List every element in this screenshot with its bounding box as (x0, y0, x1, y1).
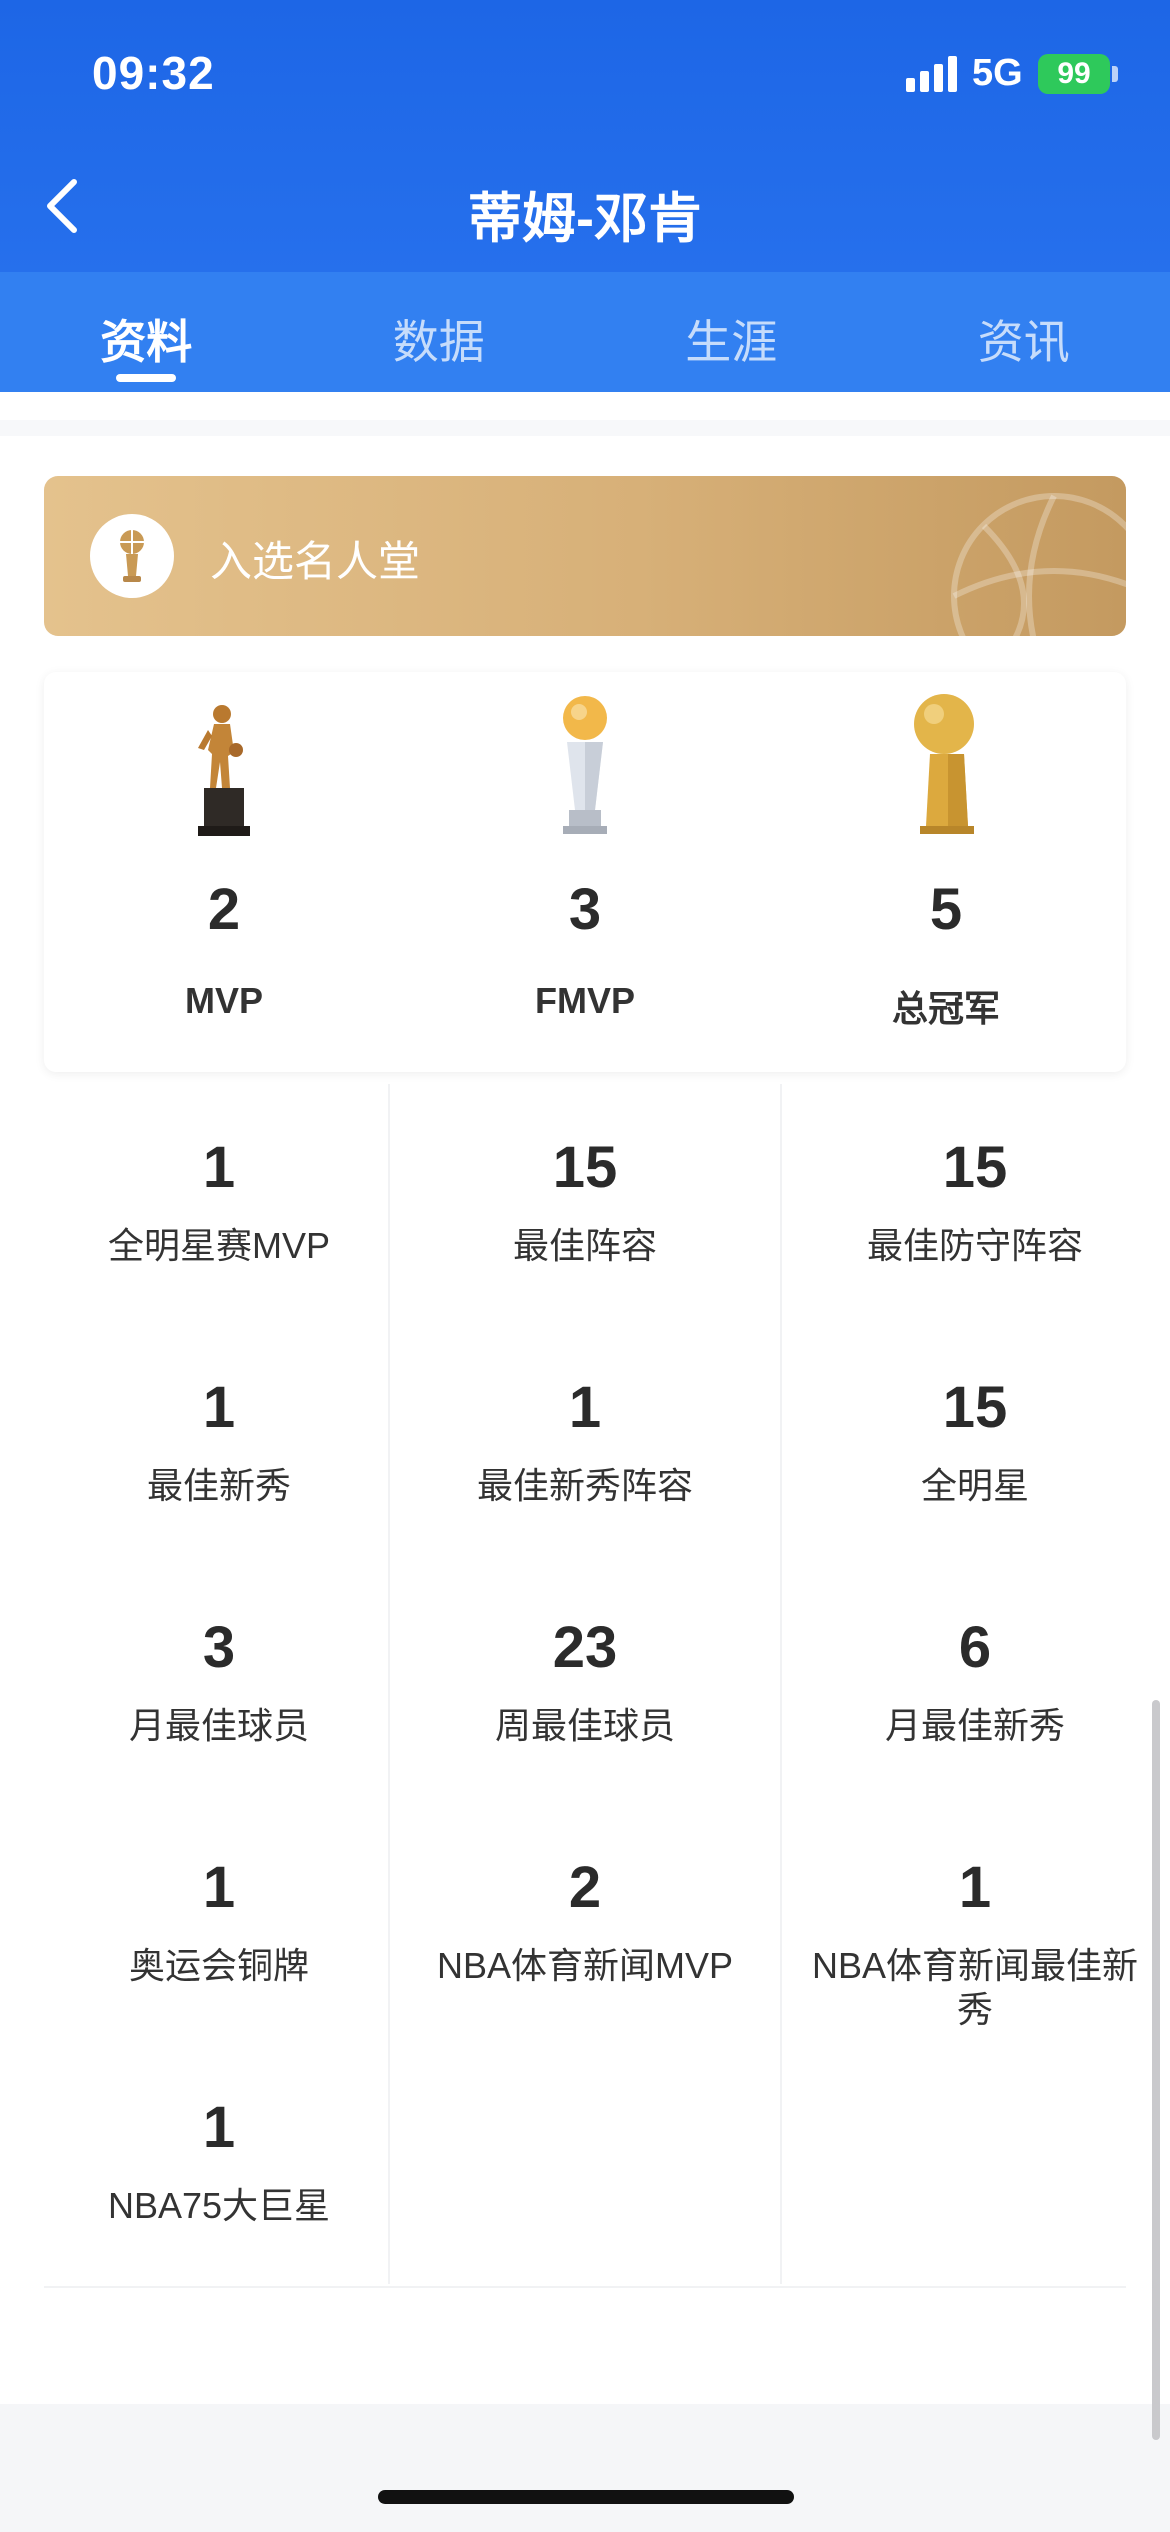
award-fmvp[interactable]: 3 FMVP (405, 672, 765, 1072)
tab-label: 生涯 (685, 316, 778, 368)
honor-label: 周最佳球员 (494, 1705, 675, 1746)
honor-count: 15 (942, 1375, 1008, 1440)
honor-label: 最佳新秀 (146, 1465, 291, 1506)
honor-item[interactable]: 15 最佳阵容 (390, 1084, 780, 1324)
honor-label: 最佳阵容 (512, 1225, 657, 1266)
honor-item[interactable]: 23 周最佳球员 (390, 1564, 780, 1804)
honor-item[interactable]: 1 最佳新秀阵容 (390, 1324, 780, 1564)
tab-label: 资料 (100, 316, 193, 368)
honor-item[interactable]: 15 全明星 (780, 1324, 1170, 1564)
status-bar: 09:32 5G 99 (0, 0, 1170, 150)
hall-of-fame-banner[interactable]: 入选名人堂 (44, 476, 1126, 636)
honor-count: 3 (202, 1615, 236, 1680)
honor-item[interactable]: 1 NBA体育新闻最佳新秀 (780, 1804, 1170, 2044)
honor-count: 2 (568, 1855, 602, 1920)
tab-active-indicator (116, 374, 177, 382)
award-count: 5 (929, 877, 963, 942)
honor-count: 1 (202, 1375, 236, 1440)
signal-icon (906, 56, 957, 92)
page-title: 蒂姆-邓肯 (468, 189, 702, 249)
tab-profile[interactable]: 资料 (0, 272, 293, 392)
scrollbar[interactable] (1152, 1700, 1160, 2440)
tab-stats[interactable]: 数据 (293, 272, 586, 392)
honor-item[interactable]: 3 月最佳球员 (24, 1564, 414, 1804)
mvp-trophy-icon (198, 705, 250, 836)
honor-count: 1 (568, 1375, 602, 1440)
tab-career[interactable]: 生涯 (585, 272, 878, 392)
hall-of-fame-icon (90, 514, 174, 598)
award-mvp[interactable]: 2 MVP (44, 672, 404, 1072)
tab-label: 资讯 (977, 316, 1070, 368)
battery-level: 99 (1057, 57, 1091, 90)
honor-item[interactable]: 1 最佳新秀 (24, 1324, 414, 1564)
honor-count: 6 (958, 1615, 992, 1680)
honor-item[interactable]: 15 最佳防守阵容 (780, 1084, 1170, 1324)
basketball-watermark-icon (951, 493, 1126, 636)
navbar: 蒂姆-邓肯 (0, 150, 1170, 270)
honor-count: 1 (202, 1855, 236, 1920)
honor-count: 1 (958, 1855, 992, 1920)
honor-count: 15 (942, 1135, 1008, 1200)
honor-label: 全明星赛MVP (107, 1225, 330, 1266)
footer-area (0, 2404, 1170, 2532)
tab-label: 数据 (392, 316, 485, 368)
honor-count: 1 (202, 2095, 236, 2160)
honor-label: NBA体育新闻MVP (436, 1945, 734, 1986)
championship-trophy-icon (914, 694, 974, 834)
honor-item[interactable]: 1 全明星赛MVP (24, 1084, 414, 1324)
honor-item[interactable]: 1 NBA75大巨星 (24, 2044, 414, 2284)
honor-item[interactable]: 6 月最佳新秀 (780, 1564, 1170, 1804)
honor-item[interactable]: 1 奥运会铜牌 (24, 1804, 414, 2044)
award-count: 2 (207, 877, 241, 942)
honor-count: 23 (552, 1615, 618, 1680)
honor-count: 1 (202, 1135, 236, 1200)
fmvp-trophy-icon (563, 696, 607, 834)
header: 09:32 5G 99 蒂姆-邓肯 资料 数据 生涯 资讯 (0, 0, 1170, 392)
award-label: MVP (184, 980, 263, 1021)
home-indicator[interactable] (378, 2490, 794, 2504)
status-time: 09:32 (92, 47, 215, 99)
honor-label: 奥运会铜牌 (128, 1945, 309, 1986)
honor-item[interactable]: 2 NBA体育新闻MVP (390, 1804, 780, 2044)
grid-bottom-divider (44, 2286, 1126, 2288)
battery-tip (1112, 66, 1118, 82)
award-label: 总冠军 (891, 988, 1000, 1029)
honor-label: 月最佳球员 (128, 1705, 309, 1746)
honor-label: 全明星 (920, 1465, 1029, 1506)
honor-count: 15 (552, 1135, 618, 1200)
honor-label: 最佳防守阵容 (866, 1225, 1083, 1266)
honors-grid: 1 全明星赛MVP 15 最佳阵容 15 最佳防守阵容 1 最佳新秀 1 最佳新… (44, 1084, 1138, 2288)
network-label: 5G (972, 52, 1023, 94)
honor-label: NBA75大巨星 (107, 2185, 331, 2226)
hall-of-fame-label: 入选名人堂 (210, 538, 421, 585)
major-awards-card: 2 MVP 3 FMVP 5 总冠军 (44, 672, 1126, 1072)
award-championship[interactable]: 5 总冠军 (766, 672, 1126, 1072)
section-separator (0, 420, 1170, 436)
honor-label: 最佳新秀阵容 (476, 1465, 693, 1506)
award-label: FMVP (534, 980, 635, 1021)
battery-icon: 99 (1038, 54, 1110, 94)
honor-label: NBA体育新闻最佳新秀 (811, 1945, 1139, 2030)
tab-bar: 资料 数据 生涯 资讯 (0, 272, 1170, 392)
honor-label: 月最佳新秀 (884, 1705, 1065, 1746)
tab-news[interactable]: 资讯 (878, 272, 1170, 392)
award-count: 3 (568, 877, 602, 942)
